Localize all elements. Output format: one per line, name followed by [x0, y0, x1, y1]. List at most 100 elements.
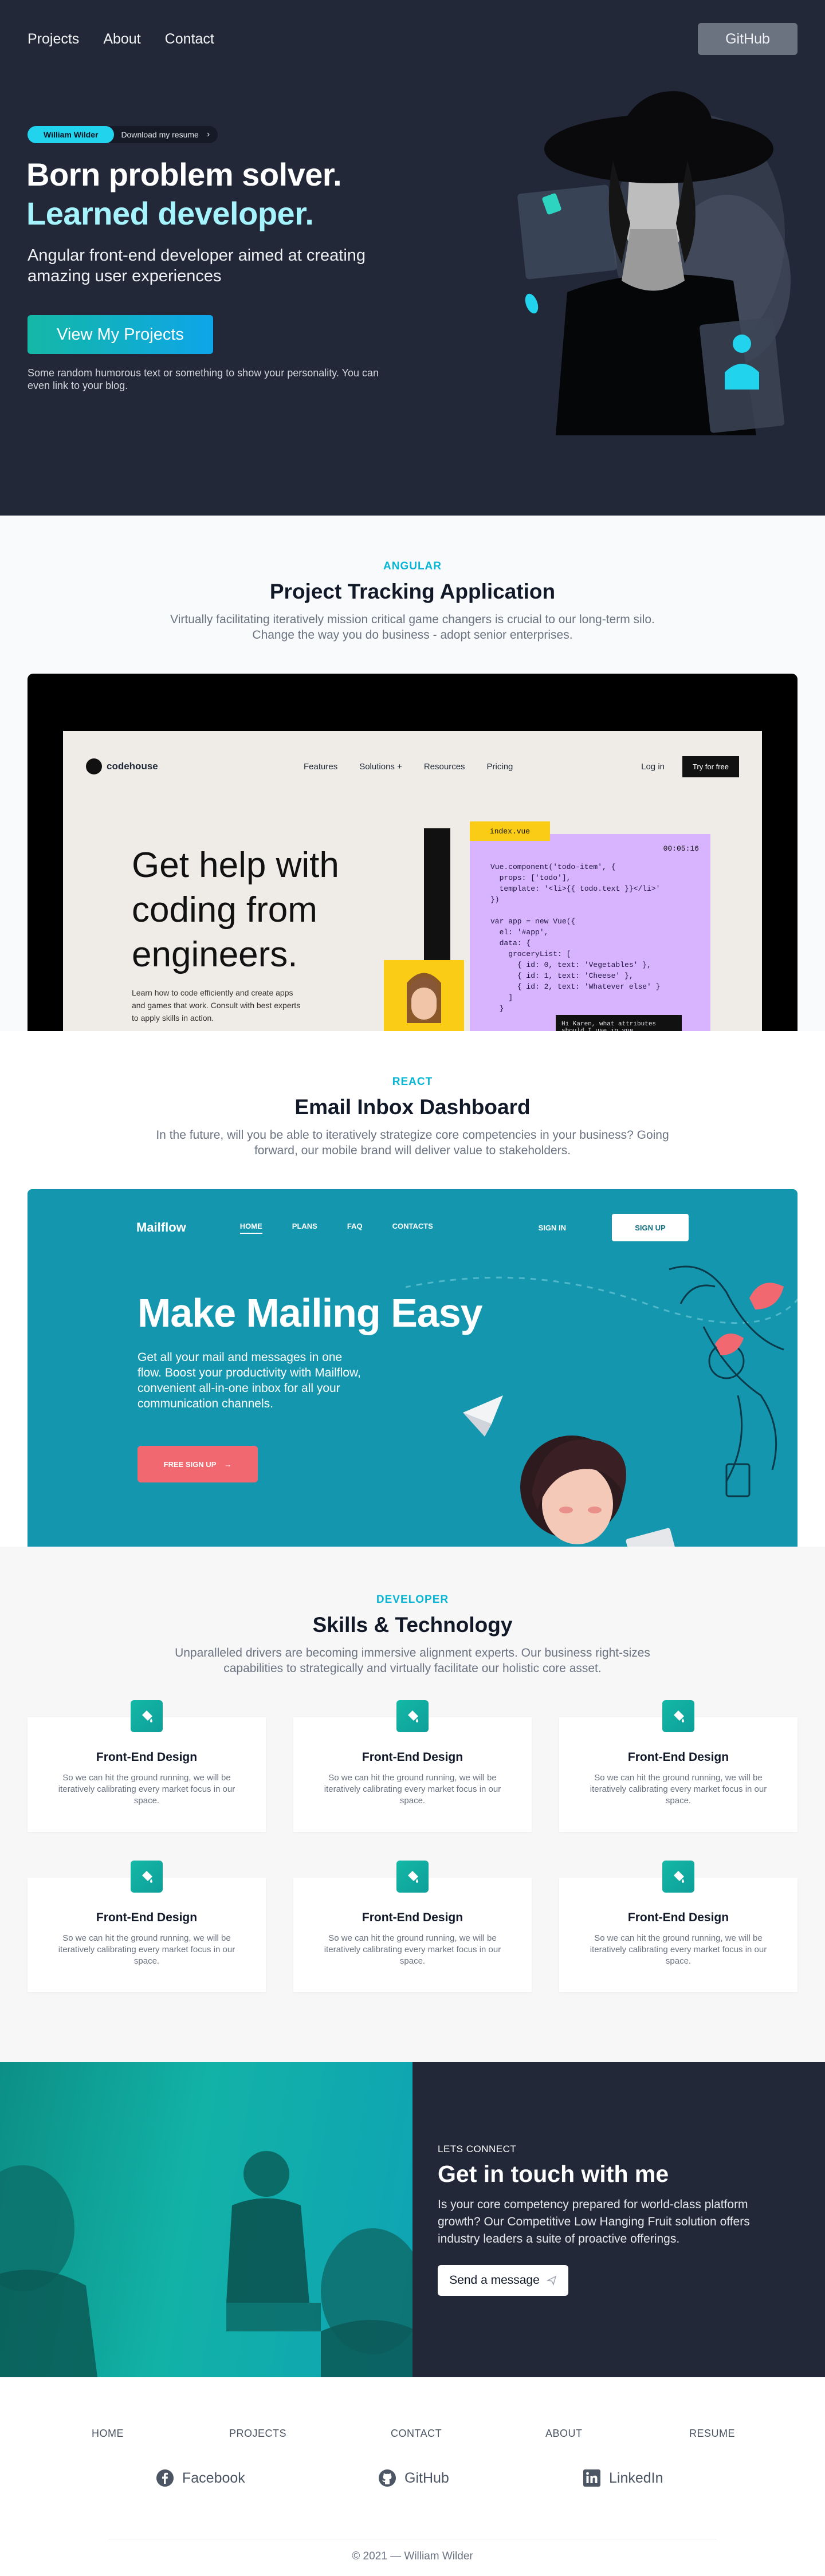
codehouse-logo-text: codehouse	[107, 761, 158, 772]
contact-section: LETS CONNECT Get in touch with me Is you…	[0, 2062, 825, 2377]
code-file-tab: index.vue	[470, 821, 550, 841]
footer-link-contact[interactable]: CONTACT	[391, 2428, 442, 2440]
download-resume-link[interactable]: Download my resume	[121, 130, 198, 139]
project-title: Project Tracking Application	[269, 580, 556, 603]
resume-pill[interactable]: William Wilder Download my resume ›	[28, 126, 218, 143]
codehouse-screenshot: codehouse Features Solutions + Resources…	[63, 731, 762, 1031]
hero-title-line2: Learned developer.	[26, 195, 314, 231]
skills-title: Skills & Technology	[312, 1613, 513, 1637]
codehouse-link-features: Features	[304, 761, 338, 772]
facebook-icon	[156, 2469, 174, 2487]
footer: HOME PROJECTS CONTACT ABOUT RESUME Faceb…	[0, 2377, 825, 2576]
skill-card-title: Front-End Design	[96, 1751, 198, 1764]
send-icon	[546, 2275, 556, 2286]
skill-card: Front-End Design So we can hit the groun…	[28, 1861, 266, 1992]
paint-bucket-icon	[662, 1861, 694, 1893]
hero-subtitle: Angular front-end developer aimed at cre…	[28, 246, 366, 285]
codehouse-logo-icon	[86, 758, 102, 774]
codehouse-headline: Get help with coding from engineers.	[132, 845, 339, 974]
project-section-angular: ANGULAR Project Tracking Application Vir…	[0, 516, 825, 1031]
arrow-right-icon: →	[224, 1460, 232, 1469]
engineer-portrait-icon	[407, 973, 441, 1023]
skill-card-title: Front-End Design	[627, 1911, 729, 1924]
skill-card-text: So we can hit the ground running, we wil…	[58, 1933, 235, 1966]
project-description: In the future, will you be able to itera…	[156, 1128, 669, 1157]
contact-title: Get in touch with me	[438, 2161, 669, 2187]
skill-card: Front-End Design So we can hit the groun…	[559, 1861, 798, 1992]
project-section-react: REACT Email Inbox Dashboard In the futur…	[0, 1031, 825, 1547]
footer-link-projects[interactable]: PROJECTS	[229, 2428, 286, 2440]
skills-description: Unparalleled drivers are becoming immers…	[175, 1646, 650, 1675]
mailflow-illustration	[406, 1265, 798, 1547]
linkedin-link[interactable]: LinkedIn	[583, 2469, 663, 2487]
project-description: Virtually facilitating iteratively missi…	[170, 613, 655, 642]
copyright: © 2021 — William Wilder	[352, 2550, 473, 2562]
nav-link-about[interactable]: About	[103, 31, 140, 48]
mailflow-signup-button: SIGN UP	[612, 1214, 689, 1241]
paint-bucket-icon	[396, 1700, 429, 1732]
skill-card-title: Front-End Design	[627, 1751, 729, 1764]
skill-card-text: So we can hit the ground running, we wil…	[590, 1933, 767, 1966]
github-button[interactable]: GitHub	[698, 23, 798, 55]
mailflow-nav: Mailflow HOME PLANS FAQ CONTACTS SIGN IN…	[136, 1213, 689, 1242]
contact-panel: LETS CONNECT Get in touch with me Is you…	[412, 2062, 825, 2377]
github-label: GitHub	[404, 2469, 449, 2486]
linkedin-icon	[583, 2469, 600, 2487]
mailflow-signin: SIGN IN	[538, 1223, 566, 1232]
skill-card: Front-End Design So we can hit the groun…	[559, 1700, 798, 1832]
send-message-button[interactable]: Send a message	[438, 2265, 568, 2296]
mailflow-links: HOME PLANS FAQ CONTACTS	[239, 1221, 433, 1234]
skills-section: DEVELOPER Skills & Technology Unparallel…	[0, 1547, 825, 2062]
project-eyebrow: ANGULAR	[383, 560, 442, 572]
nav-link-contact[interactable]: Contact	[165, 31, 214, 48]
skill-card-title: Front-End Design	[96, 1911, 198, 1924]
codehouse-login: Log in	[641, 761, 665, 772]
view-projects-button[interactable]: View My Projects	[28, 315, 213, 354]
mailflow-screenshot[interactable]: Mailflow HOME PLANS FAQ CONTACTS SIGN IN…	[28, 1189, 798, 1547]
footer-link-about[interactable]: ABOUT	[545, 2428, 583, 2440]
project-preview-frame[interactable]: codehouse Features Solutions + Resources…	[28, 674, 798, 1031]
skills-header: DEVELOPER Skills & Technology Unparallel…	[0, 1594, 825, 1676]
meeting-photo	[0, 2062, 412, 2377]
top-nav: Projects About Contact GitHub	[28, 23, 798, 55]
nav-link-projects[interactable]: Projects	[28, 31, 79, 48]
name-badge: William Wilder	[28, 126, 115, 143]
paint-bucket-icon	[662, 1700, 694, 1732]
mailflow-link-faq: FAQ	[347, 1221, 363, 1230]
contact-eyebrow: LETS CONNECT	[438, 2144, 517, 2154]
code-editor-window: 00:05:16 Vue.component('todo-item', { pr…	[470, 834, 710, 1031]
github-link[interactable]: GitHub	[378, 2469, 449, 2487]
codehouse-nav: codehouse Features Solutions + Resources…	[86, 755, 739, 778]
footer-link-resume[interactable]: RESUME	[689, 2428, 735, 2440]
codehouse-link-resources: Resources	[423, 761, 465, 772]
project-title: Email Inbox Dashboard	[294, 1095, 531, 1119]
hero-title-line1: Born problem solver.	[26, 156, 342, 192]
project-header: REACT Email Inbox Dashboard In the futur…	[0, 1076, 825, 1158]
mailflow-link-contacts: CONTACTS	[392, 1221, 433, 1230]
code-snippet: Vue.component('todo-item', { props: ['to…	[490, 863, 661, 1013]
chat-bubble: Hi Karen, what attributes should I use i…	[556, 1015, 682, 1031]
flower-icon	[96, 1527, 165, 1547]
linkedin-label: LinkedIn	[609, 2469, 663, 2486]
project-eyebrow: REACT	[392, 1076, 433, 1088]
facebook-link[interactable]: Facebook	[156, 2469, 245, 2487]
hero-note: Some random humorous text or something t…	[28, 367, 379, 391]
mailflow-cta-label: FREE SIGN UP	[163, 1460, 217, 1469]
mailflow-logo: Mailflow	[136, 1220, 186, 1234]
mailflow-free-signup-button: FREE SIGN UP →	[138, 1446, 258, 1482]
project-header: ANGULAR Project Tracking Application Vir…	[0, 560, 825, 643]
skill-card-text: So we can hit the ground running, we wil…	[324, 1773, 501, 1806]
paint-bucket-icon	[131, 1861, 163, 1893]
skill-card-text: So we can hit the ground running, we wil…	[58, 1773, 235, 1806]
skill-card: Front-End Design So we can hit the groun…	[28, 1700, 266, 1832]
hero-portrait-illustration	[517, 91, 791, 435]
engineer-avatar	[384, 960, 464, 1031]
send-message-label: Send a message	[449, 2274, 540, 2287]
codehouse-link-pricing: Pricing	[486, 761, 513, 772]
skills-eyebrow: DEVELOPER	[376, 1594, 449, 1606]
footer-link-home[interactable]: HOME	[92, 2428, 124, 2440]
codehouse-links: Features Solutions + Resources Pricing	[304, 762, 513, 772]
github-icon	[379, 2469, 396, 2487]
mailflow-headline: Make Mailing Easy	[138, 1291, 483, 1335]
codehouse-logo: codehouse	[86, 758, 158, 774]
